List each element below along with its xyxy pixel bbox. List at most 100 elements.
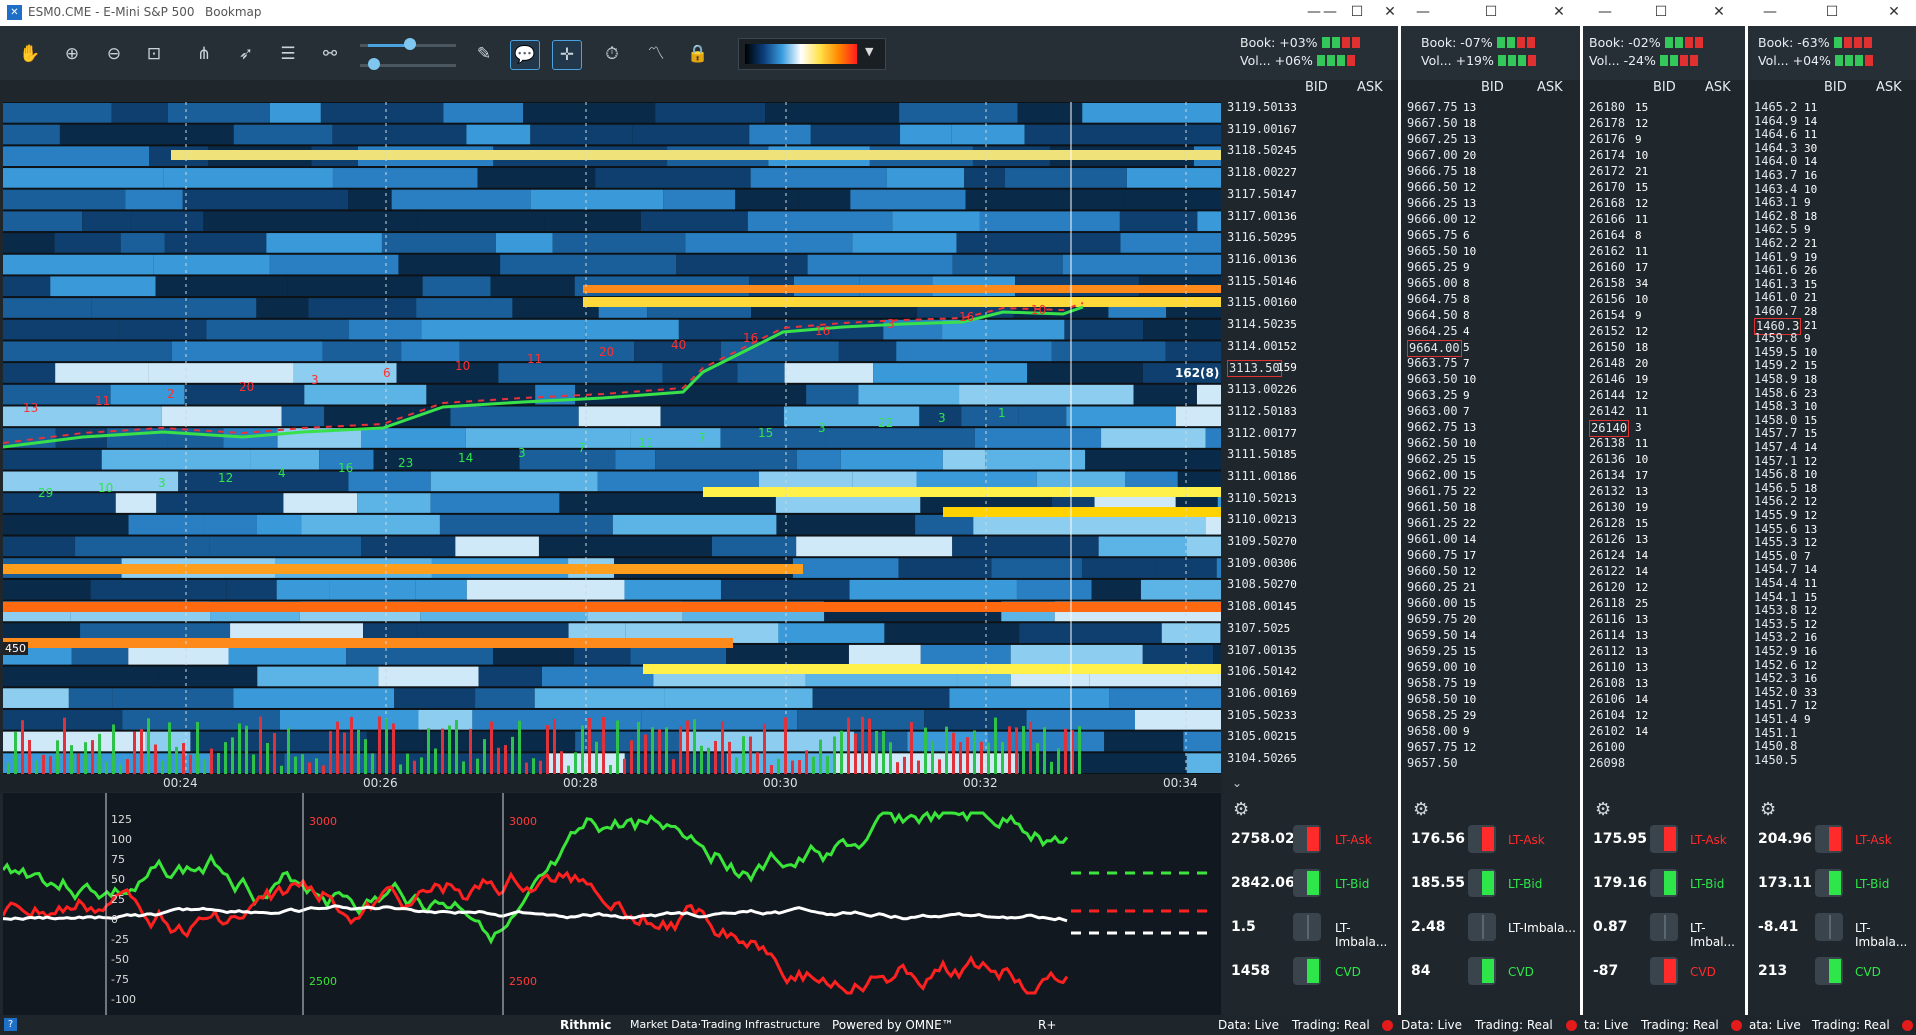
ladder-row[interactable]: 9659.25 15 [1403, 644, 1580, 659]
ladder-row[interactable]: 9667.25 13 [1403, 132, 1580, 147]
ladder-row[interactable]: 9666.50 12 [1403, 180, 1580, 195]
ladder-row[interactable]: 3106.50 142 [1223, 664, 1398, 679]
ladder-row[interactable]: 3115.00 160 [1223, 295, 1398, 310]
ladder-row[interactable]: 26134 17 [1585, 468, 1745, 483]
ladder-row[interactable]: 26152 12 [1585, 324, 1745, 339]
ladder-row[interactable]: 3107.00 135 [1223, 643, 1398, 658]
ladder-row[interactable]: 9658.00 9 [1403, 724, 1580, 739]
ladder-row[interactable]: 9666.75 18 [1403, 164, 1580, 179]
chart-line-icon[interactable]: 〽 [642, 40, 670, 68]
ladder-row[interactable]: 3119.50 133 [1223, 100, 1398, 115]
ladder-row[interactable]: 3115.50 146 [1223, 274, 1398, 289]
ladder-row[interactable]: 9659.00 10 [1403, 660, 1580, 675]
gear-icon[interactable]: ⚙ [1760, 799, 1776, 820]
ladder-row[interactable]: 3118.50 245 [1223, 143, 1398, 158]
ladder-row[interactable]: 9658.25 29 [1403, 708, 1580, 723]
ladder-row[interactable]: 26130 19 [1585, 500, 1745, 515]
ladder-row[interactable]: 3116.00 136 [1223, 252, 1398, 267]
maximize-button[interactable]: ☐ [1473, 2, 1509, 22]
close-button[interactable]: ✕ [1701, 2, 1737, 22]
timer-icon[interactable]: ⏱ [598, 40, 626, 68]
ladder-row[interactable]: 9665.00 8 [1403, 276, 1580, 291]
ladder-row[interactable]: 9664.00 5 [1403, 340, 1580, 357]
ladder-row[interactable]: 26178 12 [1585, 116, 1745, 131]
ladder-row[interactable]: 3114.50 235 [1223, 317, 1398, 332]
price-ladder-es[interactable]: 3119.50 133 3119.00 167 3118.50 245 3118.00 227… [1223, 100, 1398, 772]
ladder-row[interactable]: 9663.00 7 [1403, 404, 1580, 419]
heatmap-chart[interactable]: 13 11 2 20 3 6 10 11 20 40 16 16 3 16 10 29 10 3 12 4 16 23 14… [3, 102, 1221, 774]
ladder-row[interactable]: 9660.25 21 [1403, 580, 1580, 595]
ladder-row[interactable]: 26148 20 [1585, 356, 1745, 371]
ladder-row[interactable]: 9664.25 4 [1403, 324, 1580, 339]
ladder-row[interactable]: 26122 14 [1585, 564, 1745, 579]
ladder-row[interactable]: 3107.50 25 [1223, 621, 1398, 636]
ladder-row[interactable]: 9657.50 [1403, 756, 1580, 771]
ladder-row[interactable]: 9667.75 13 [1403, 100, 1580, 115]
ladder-row[interactable]: 9664.75 8 [1403, 292, 1580, 307]
ladder-row[interactable]: 3114.00 152 [1223, 339, 1398, 354]
ladder-row[interactable]: 26180 15 [1585, 100, 1745, 115]
ladder-row[interactable]: 3105.50 233 [1223, 708, 1398, 723]
layers-icon[interactable]: ☰ [274, 40, 302, 68]
ladder-row[interactable]: 3111.50 185 [1223, 447, 1398, 462]
price-ladder-ym[interactable]: 26180 15 26178 12 26176 9 26174 10 26172 21 26170 1… [1585, 100, 1745, 772]
price-ladder-rty[interactable]: 1465.2 11 1464.9 14 1464.6 11 1464.3 30 1464.0 14… [1750, 100, 1916, 772]
ladder-row[interactable]: 3112.00 177 [1223, 426, 1398, 441]
ladder-row[interactable]: 26124 14 [1585, 548, 1745, 563]
ladder-row[interactable]: 3113.00 226 [1223, 382, 1398, 397]
share-icon[interactable]: ⋔ [190, 40, 218, 68]
ladder-row[interactable]: 26138 11 [1585, 436, 1745, 451]
ladder-row[interactable]: 3108.50 270 [1223, 577, 1398, 592]
zoom-fit-icon[interactable]: ⊡ [140, 40, 168, 68]
ladder-row[interactable]: 9660.50 12 [1403, 564, 1580, 579]
ladder-row[interactable]: 3109.50 270 [1223, 534, 1398, 549]
ladder-row[interactable]: 26176 9 [1585, 132, 1745, 147]
minimize-button[interactable]: — [1587, 2, 1623, 22]
ladder-row[interactable]: 3104.50 265 [1223, 751, 1398, 766]
ladder-row[interactable]: 9665.25 9 [1403, 260, 1580, 275]
ladder-row[interactable]: 26146 19 [1585, 372, 1745, 387]
ladder-row[interactable]: 9660.75 17 [1403, 548, 1580, 563]
ladder-row[interactable]: 26172 21 [1585, 164, 1745, 179]
indicator-panel[interactable]: 125 100 75 50 25 0 -25 -50 -75 -100 3000… [3, 793, 1221, 1015]
close-button[interactable]: ✕ [1541, 2, 1577, 22]
ladder-row[interactable]: 26162 11 [1585, 244, 1745, 259]
ladder-row[interactable]: 9662.00 15 [1403, 468, 1580, 483]
ladder-row[interactable]: 26110 13 [1585, 660, 1745, 675]
ladder-row[interactable]: 26140 3 [1585, 420, 1745, 437]
ladder-row[interactable]: 26116 13 [1585, 612, 1745, 627]
ladder-row[interactable]: 9666.00 12 [1403, 212, 1580, 227]
ladder-row[interactable]: 26100 [1585, 740, 1745, 755]
ladder-row[interactable]: 26118 25 [1585, 596, 1745, 611]
pencil-icon[interactable]: ✎ [470, 40, 498, 68]
ladder-row[interactable]: 9663.25 9 [1403, 388, 1580, 403]
ladder-row[interactable]: 26108 13 [1585, 676, 1745, 691]
crosshair-icon[interactable]: ✛ [552, 40, 582, 70]
ladder-row[interactable]: 26170 15 [1585, 180, 1745, 195]
ladder-row[interactable]: 3106.00 169 [1223, 686, 1398, 701]
lock-icon[interactable]: 🔒 [684, 40, 712, 68]
gear-icon[interactable]: ⚙ [1595, 799, 1611, 820]
contrast-slider[interactable] [360, 58, 456, 70]
ladder-row[interactable]: 3119.00 167 [1223, 122, 1398, 137]
maximize-button[interactable]: ☐ [1643, 2, 1679, 22]
ladder-row[interactable]: 9667.50 18 [1403, 116, 1580, 131]
ladder-row[interactable]: 26164 8 [1585, 228, 1745, 243]
ladder-row[interactable]: 9665.75 6 [1403, 228, 1580, 243]
ladder-row[interactable]: 26104 12 [1585, 708, 1745, 723]
link-icon[interactable]: ⚯ [316, 40, 344, 68]
ladder-row[interactable]: 9667.00 20 [1403, 148, 1580, 163]
ladder-row[interactable]: 26106 14 [1585, 692, 1745, 707]
ladder-row[interactable]: 3110.00 213 [1223, 512, 1398, 527]
ladder-row[interactable]: 3112.50 183 [1223, 404, 1398, 419]
colormap-selector[interactable]: ▼ [738, 38, 886, 70]
ladder-row[interactable]: 26168 12 [1585, 196, 1745, 211]
brightness-slider[interactable] [360, 38, 456, 50]
ladder-row[interactable]: 9662.50 10 [1403, 436, 1580, 451]
price-ladder-nq[interactable]: 9667.75 13 9667.50 18 9667.25 13 9667.00 20 9666… [1403, 100, 1580, 772]
rocket-icon[interactable]: ➶ [232, 40, 260, 68]
close-button[interactable]: ✕ [1372, 2, 1398, 22]
expand-chevron-icon[interactable]: ⌄ [1232, 776, 1242, 790]
ladder-row[interactable]: 26166 11 [1585, 212, 1745, 227]
ladder-row[interactable]: 26158 34 [1585, 276, 1745, 291]
